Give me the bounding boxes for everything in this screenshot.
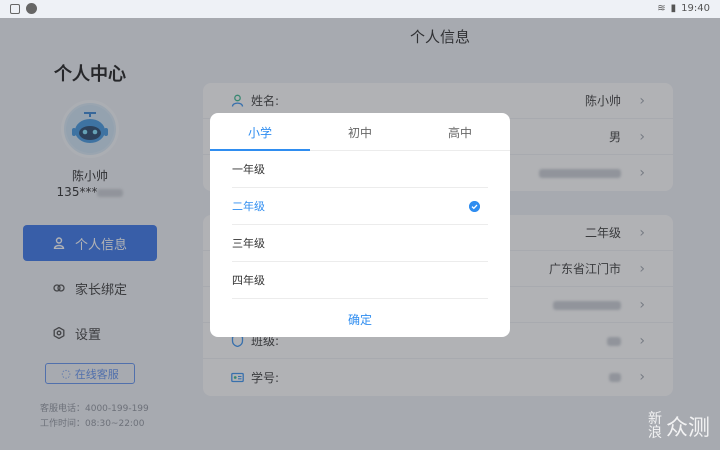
grade-option[interactable]: 一年级 bbox=[232, 151, 488, 188]
tab-senior-high[interactable]: 高中 bbox=[410, 113, 510, 151]
grade-option-selected[interactable]: 二年级 bbox=[232, 188, 488, 225]
watermark: 新浪 众测 bbox=[648, 410, 710, 442]
grade-option[interactable]: 三年级 bbox=[232, 225, 488, 262]
gallery-notification-icon bbox=[10, 3, 20, 14]
wifi-icon: ≋ bbox=[657, 3, 666, 14]
tab-primary-school[interactable]: 小学 bbox=[210, 113, 310, 151]
confirm-button[interactable]: 确定 bbox=[210, 301, 510, 337]
grade-option[interactable]: 四年级 bbox=[232, 262, 488, 299]
status-time: 19:40 bbox=[681, 3, 710, 14]
app-screen: ≋ ▮ 19:40 个人信息 个人中心 陈小帅 135*** 个人信息 家长绑定… bbox=[0, 0, 720, 450]
battery-icon: ▮ bbox=[670, 3, 677, 14]
check-icon bbox=[469, 201, 480, 212]
grade-option-label: 二年级 bbox=[232, 200, 265, 213]
grade-picker-dialog: 小学 初中 高中 一年级 二年级 三年级 四年级 确定 bbox=[210, 113, 510, 337]
school-level-tabs: 小学 初中 高中 bbox=[210, 113, 510, 151]
watermark-cn: 新浪 bbox=[647, 411, 662, 441]
app-notification-icon bbox=[26, 3, 37, 14]
watermark-site: 众测 bbox=[665, 416, 710, 441]
tab-junior-high[interactable]: 初中 bbox=[310, 113, 410, 151]
status-bar: ≋ ▮ 19:40 bbox=[0, 0, 720, 18]
